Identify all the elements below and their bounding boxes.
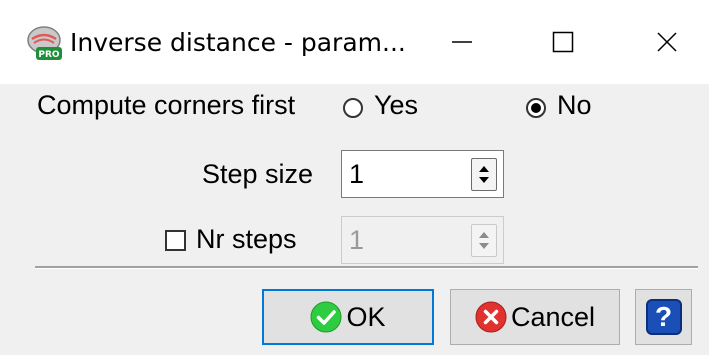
step-size-spin-buttons[interactable]: [471, 158, 497, 191]
spin-down-icon: [479, 243, 489, 249]
spin-down-icon[interactable]: [479, 177, 489, 183]
radio-no-label[interactable]: No: [557, 90, 592, 121]
minimize-icon: [452, 41, 472, 43]
spin-up-icon: [479, 232, 489, 238]
cancel-button[interactable]: Cancel: [450, 289, 620, 345]
separator-line: [35, 266, 698, 269]
help-glyph-text: ?: [654, 301, 673, 332]
dialog-body: Compute corners first Yes No Step size 1…: [0, 84, 709, 355]
help-icon: ?: [645, 299, 682, 335]
svg-text:PRO: PRO: [38, 50, 60, 60]
cancel-x-icon: [475, 301, 507, 333]
radio-no[interactable]: [526, 98, 546, 118]
close-icon: [657, 32, 677, 52]
cancel-label: Cancel: [510, 301, 596, 332]
compute-corners-label: Compute corners first: [37, 90, 296, 120]
step-size-spinner[interactable]: 1: [341, 150, 504, 198]
ok-label: OK: [346, 301, 386, 332]
close-button[interactable]: [612, 0, 709, 84]
title-bar[interactable]: PRO Inverse distance - param...: [0, 0, 709, 84]
nr-steps-label[interactable]: Nr steps: [196, 224, 297, 255]
radio-selected-dot: [531, 103, 541, 113]
step-size-label: Step size: [202, 159, 314, 189]
maximize-icon: [552, 31, 574, 53]
window-title: Inverse distance - param...: [70, 28, 406, 57]
nr-steps-spin-buttons: [471, 224, 497, 257]
radio-yes-label[interactable]: Yes: [374, 90, 418, 121]
ok-button[interactable]: OK: [262, 289, 434, 345]
check-icon: [310, 301, 342, 333]
maximize-button[interactable]: [508, 0, 618, 84]
minimize-button[interactable]: [407, 0, 517, 84]
nr-steps-checkbox[interactable]: [165, 230, 186, 251]
pro-app-icon: PRO: [27, 26, 62, 60]
nr-steps-value: 1: [349, 225, 365, 255]
step-size-value[interactable]: 1: [349, 159, 364, 190]
nr-steps-spinner: 1: [341, 216, 504, 264]
help-button[interactable]: ?: [635, 289, 692, 345]
radio-yes[interactable]: [343, 98, 363, 118]
spin-up-icon[interactable]: [479, 166, 489, 172]
